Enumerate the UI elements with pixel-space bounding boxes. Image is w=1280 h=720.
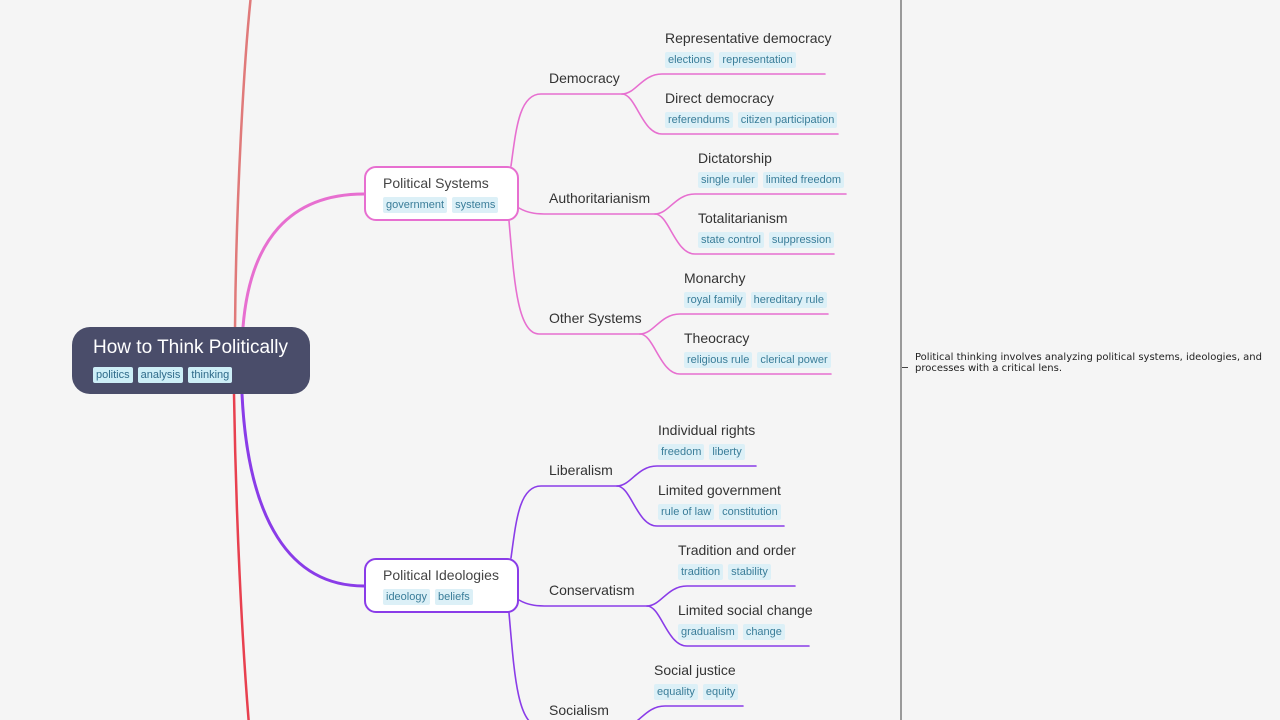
tag[interactable]: equality <box>654 684 698 700</box>
tag[interactable]: state control <box>698 232 764 248</box>
tag[interactable]: rule of law <box>658 504 715 520</box>
tag[interactable]: citizen participation <box>737 112 838 128</box>
leaf-title: Monarchy <box>684 270 746 286</box>
leaf-social-justice[interactable]: Social justice equality equity <box>654 662 739 700</box>
root-tags: politics analysis thinking <box>93 367 310 383</box>
leaf-individual-rights[interactable]: Individual rights freedom liberty <box>658 422 755 460</box>
topic-authoritarianism[interactable]: Authoritarianism <box>549 190 650 207</box>
branch-political-ideologies[interactable]: Political Ideologies ideology beliefs <box>364 558 519 613</box>
edge-offscreen-top <box>233 0 252 332</box>
edge-root-systems <box>241 192 366 329</box>
leaf-title: Direct democracy <box>665 90 774 106</box>
branch-tags: government systems <box>383 197 517 213</box>
edge-root-ideologies <box>240 392 366 588</box>
tag[interactable]: ideology <box>383 589 430 605</box>
root-title: How to Think Politically <box>93 337 289 358</box>
tag[interactable]: equity <box>702 684 739 700</box>
leaf-representative-democracy[interactable]: Representative democracy elections repre… <box>665 30 832 68</box>
tag[interactable]: representation <box>719 52 796 68</box>
tag[interactable]: thinking <box>188 367 233 383</box>
mindmap-canvas[interactable]: How to Think Politically politics analys… <box>0 0 900 720</box>
tag[interactable]: suppression <box>768 232 835 248</box>
leaf-title: Tradition and order <box>678 542 796 558</box>
tag[interactable]: government <box>383 197 448 213</box>
edge-subtopic <box>510 93 623 167</box>
leaf-theocracy[interactable]: Theocracy religious rule clerical power <box>684 330 831 368</box>
leaf-title: Limited government <box>658 482 781 498</box>
leaf-limited-social-change[interactable]: Limited social change gradualism change <box>678 602 813 640</box>
topic-other-systems[interactable]: Other Systems <box>549 310 642 327</box>
leaf-tags: elections representation <box>665 52 832 68</box>
leaf-title: Theocracy <box>684 330 750 346</box>
tag[interactable]: change <box>742 624 785 640</box>
topic-democracy[interactable]: Democracy <box>549 70 620 87</box>
branch-political-systems[interactable]: Political Systems government systems <box>364 166 519 221</box>
leaf-tags: tradition stability <box>678 564 796 580</box>
edge-subtopic <box>518 207 656 215</box>
tag[interactable]: systems <box>452 197 499 213</box>
tag[interactable]: single ruler <box>698 172 758 188</box>
tag[interactable]: analysis <box>137 367 184 383</box>
leaf-dictatorship[interactable]: Dictatorship single ruler limited freedo… <box>698 150 845 188</box>
panel-divider[interactable] <box>900 0 902 720</box>
leaf-title: Social justice <box>654 662 736 678</box>
tag[interactable]: religious rule <box>684 352 753 368</box>
topic-socialism[interactable]: Socialism <box>549 702 609 719</box>
leaf-title: Representative democracy <box>665 30 832 46</box>
edge-subtopic <box>510 485 618 559</box>
leaf-tags: royal family hereditary rule <box>684 292 827 308</box>
tag[interactable]: royal family <box>684 292 746 308</box>
leaf-tags: equality equity <box>654 684 739 700</box>
notes-panel: Political thinking involves analyzing po… <box>900 0 1280 720</box>
leaf-tags: freedom liberty <box>658 444 755 460</box>
tag[interactable]: limited freedom <box>762 172 845 188</box>
tag[interactable]: politics <box>93 367 133 383</box>
leaf-tags: state control suppression <box>698 232 835 248</box>
leaf-tags: rule of law constitution <box>658 504 781 520</box>
topic-liberalism[interactable]: Liberalism <box>549 462 613 479</box>
tag[interactable]: clerical power <box>757 352 831 368</box>
root-node[interactable]: How to Think Politically politics analys… <box>72 327 310 394</box>
branch-title: Political Ideologies <box>383 567 499 583</box>
tag[interactable]: hereditary rule <box>750 292 827 308</box>
tag[interactable]: freedom <box>658 444 705 460</box>
tag[interactable]: stability <box>728 564 771 580</box>
leaf-title: Dictatorship <box>698 150 772 166</box>
branch-tags: ideology beliefs <box>383 589 517 605</box>
leaf-title: Individual rights <box>658 422 756 438</box>
tag[interactable]: constitution <box>719 504 781 520</box>
leaf-direct-democracy[interactable]: Direct democracy referendums citizen par… <box>665 90 838 128</box>
leaf-limited-government[interactable]: Limited government rule of law constitut… <box>658 482 781 520</box>
tag[interactable]: elections <box>665 52 715 68</box>
root-note-text: Political thinking involves analyzing po… <box>915 352 1262 374</box>
tag[interactable]: referendums <box>665 112 733 128</box>
edge-subtopic <box>518 599 648 607</box>
tag[interactable]: liberty <box>709 444 745 460</box>
topic-conservatism[interactable]: Conservatism <box>549 582 635 599</box>
leaf-title: Totalitarianism <box>698 210 788 226</box>
branch-title: Political Systems <box>383 175 489 191</box>
leaf-title: Limited social change <box>678 602 813 618</box>
leaf-tags: religious rule clerical power <box>684 352 831 368</box>
tag[interactable]: beliefs <box>434 589 473 605</box>
note-connector <box>902 367 908 368</box>
tag[interactable]: tradition <box>678 564 724 580</box>
leaf-tags: single ruler limited freedom <box>698 172 845 188</box>
leaf-totalitarianism[interactable]: Totalitarianism state control suppressio… <box>698 210 835 248</box>
leaf-tradition-and-order[interactable]: Tradition and order tradition stability <box>678 542 796 580</box>
leaf-monarchy[interactable]: Monarchy royal family hereditary rule <box>684 270 827 308</box>
leaf-tags: gradualism change <box>678 624 813 640</box>
leaf-tags: referendums citizen participation <box>665 112 838 128</box>
edge-leaf <box>636 705 744 720</box>
tag[interactable]: gradualism <box>678 624 738 640</box>
